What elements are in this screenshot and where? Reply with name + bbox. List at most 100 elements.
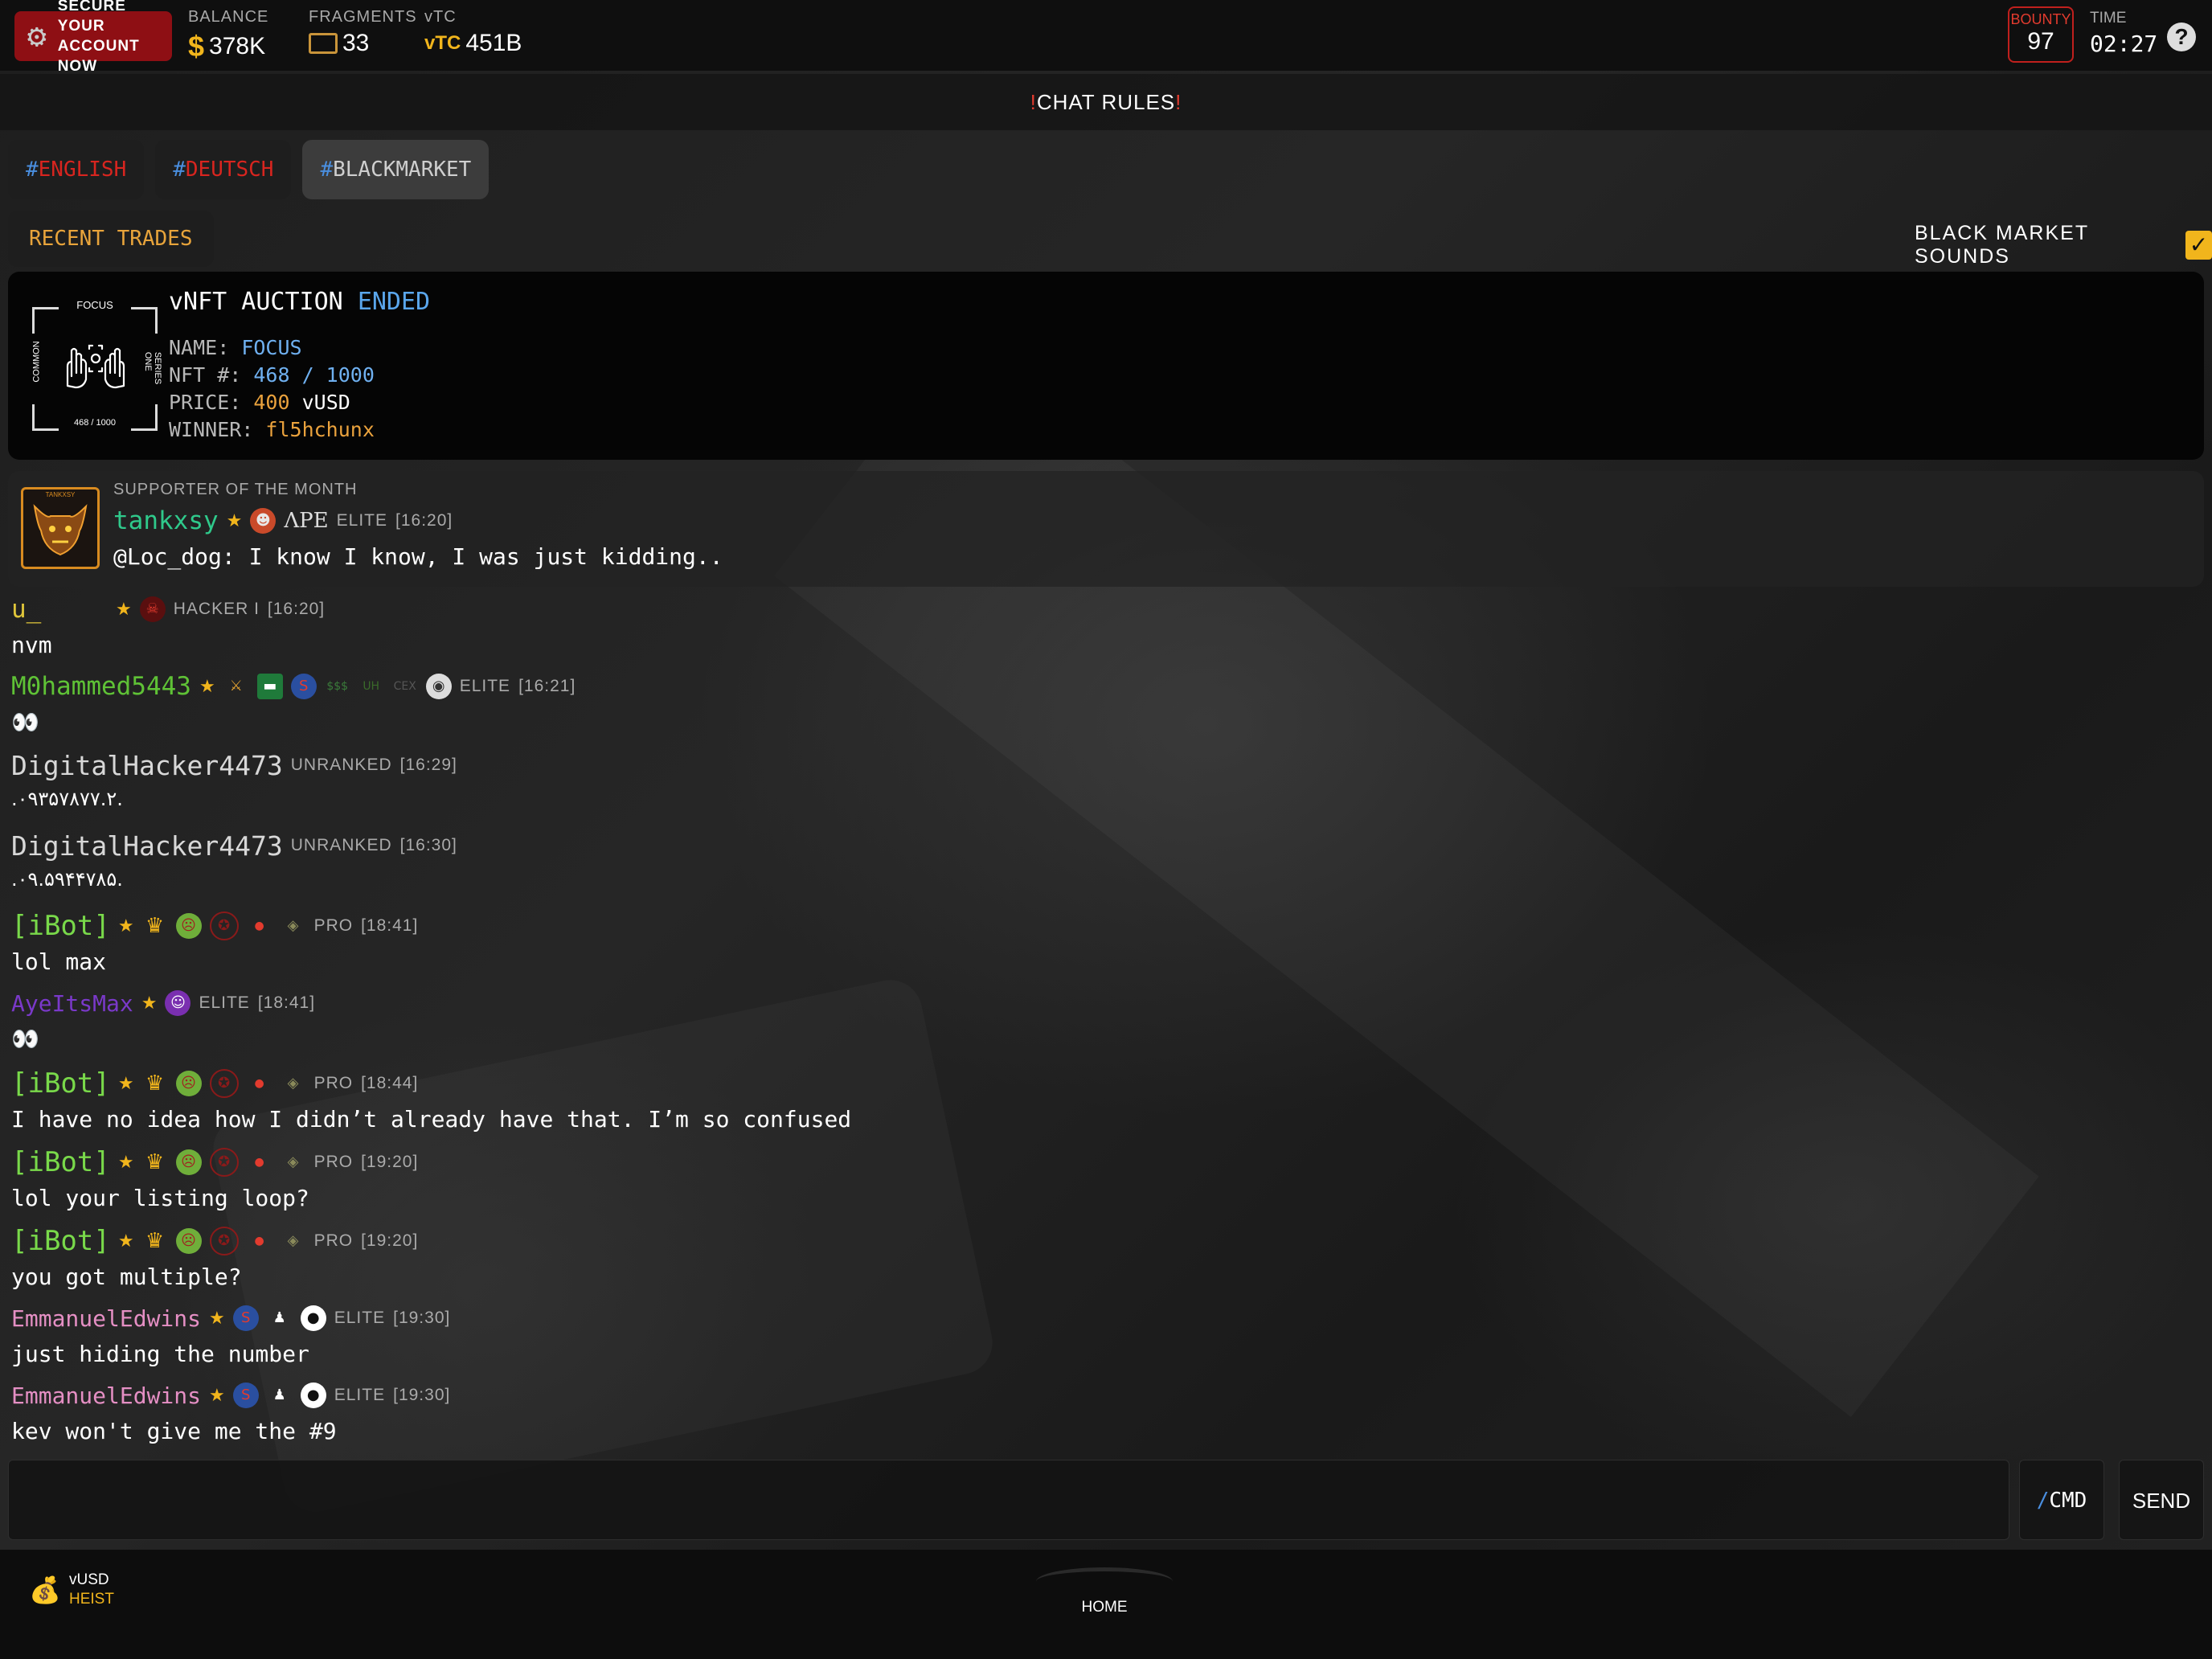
- cmd-button[interactable]: /CMD: [2019, 1460, 2104, 1540]
- message-text: nvm: [11, 632, 52, 658]
- avatar[interactable]: TANKXSY: [21, 487, 100, 569]
- message-text: you got multiple?: [11, 1264, 242, 1290]
- username[interactable]: DigitalHacker4473: [11, 830, 283, 862]
- timestamp: [16:30]: [399, 836, 457, 854]
- secure-line-1: SECURE YOUR: [57, 0, 126, 35]
- tab-deutsch[interactable]: #DEUTSCH: [155, 140, 292, 199]
- message-text: 👀: [11, 1026, 39, 1052]
- auction-price-row: PRICE: 400 vUSD: [169, 389, 375, 416]
- rank-badge: PRO: [313, 1231, 354, 1250]
- secure-account-button[interactable]: ⚙ SECURE YOUR ACCOUNT NOW: [14, 0, 172, 75]
- tab-hash: #: [26, 158, 39, 182]
- username[interactable]: tankxsy: [113, 506, 219, 535]
- winner-value[interactable]: fl5hchunx: [265, 418, 374, 441]
- red-eye-icon: ●: [254, 1235, 264, 1247]
- raccoon-icon: ◉: [425, 674, 452, 699]
- timestamp: [19:30]: [393, 1386, 451, 1404]
- auction-nft-row: NFT #: 468 / 1000: [169, 362, 375, 389]
- bounty-box[interactable]: BOUNTY 97: [2008, 6, 2074, 63]
- heist-line-1: vUSD: [69, 1571, 109, 1588]
- gear-icon: ⚙: [27, 18, 47, 55]
- eye-of-providence-icon: ◈: [287, 917, 299, 934]
- rank-badge: UNRANKED: [290, 756, 392, 774]
- recent-trades-button[interactable]: RECENT TRADES: [8, 211, 214, 267]
- pentagram-icon: ✪: [209, 911, 239, 940]
- username[interactable]: DigitalHacker4473: [11, 750, 283, 781]
- nft-number-label: NFT #:: [169, 363, 242, 387]
- channel-tabs: #ENGLISH #DEUTSCH #BLACKMARKET: [8, 140, 490, 199]
- balance-stat: BALANCE $378K: [188, 8, 268, 63]
- message-text: just hiding the number: [11, 1341, 309, 1367]
- exclamation-icon: !: [1030, 90, 1037, 114]
- checkmark-icon[interactable]: ✓: [2185, 231, 2212, 260]
- panda-suit-icon: ♟: [272, 1387, 286, 1403]
- message-text: @Loc_dog: I know I know, I was just kidd…: [113, 543, 723, 570]
- chat-message: u_ ★ ☠ HACKER I [16:20] nvm: [11, 593, 325, 658]
- username[interactable]: [iBot]: [11, 1225, 110, 1257]
- supporter-label: SUPPORTER OF THE MONTH: [113, 481, 358, 498]
- avatar-label: TANKXSY: [45, 491, 76, 498]
- chat-rules-link[interactable]: !CHAT RULES!: [1030, 90, 1182, 114]
- star-icon: ★: [209, 1385, 225, 1406]
- ape-tag: ΛPE: [284, 509, 329, 533]
- character-badge-icon: ☻: [250, 508, 276, 534]
- rank-badge: HACKER I: [173, 600, 260, 618]
- s-logo-icon: S: [290, 674, 317, 699]
- username[interactable]: u_: [11, 595, 108, 624]
- crown-icon: ♛: [145, 914, 165, 938]
- sounds-label: BLACK MARKET SOUNDS: [1915, 222, 2089, 268]
- chat-rules-label: CHAT RULES: [1036, 90, 1176, 114]
- timestamp: [18:44]: [361, 1074, 419, 1092]
- timestamp: [19:20]: [361, 1231, 419, 1250]
- rank-badge: PRO: [313, 1153, 354, 1171]
- send-button[interactable]: SEND: [2119, 1460, 2204, 1540]
- balance-label: BALANCE: [188, 8, 269, 26]
- chat-message: [iBot] ★ ♛ ☹ ✪ ● ◈ PRO [18:44] I have no…: [11, 1067, 851, 1133]
- fragments-label: FRAGMENTS: [309, 8, 417, 26]
- username[interactable]: AyeItsMax: [11, 990, 133, 1017]
- username[interactable]: [iBot]: [11, 1146, 110, 1178]
- username[interactable]: [iBot]: [11, 910, 110, 942]
- home-label: HOME: [1081, 1599, 1128, 1616]
- eye-of-providence-icon: ◈: [287, 1153, 299, 1170]
- tab-label: DEUTSCH: [185, 158, 274, 182]
- fragments-stat: FRAGMENTS 33: [309, 8, 417, 57]
- chat-message: [iBot] ★ ♛ ☹ ✪ ● ◈ PRO [18:41] lol max: [11, 910, 418, 975]
- tab-hash: #: [173, 158, 186, 182]
- vusd-heist-button[interactable]: 💰 vUSD HEIST: [29, 1571, 114, 1609]
- chat-input[interactable]: [8, 1460, 2009, 1540]
- star-icon: ★: [199, 676, 215, 697]
- hacker-skull-icon: ☠: [139, 596, 166, 622]
- star-icon: ★: [141, 993, 158, 1014]
- tab-blackmarket[interactable]: #BLACKMARKET: [302, 140, 490, 199]
- price-unit: vUSD: [301, 391, 350, 414]
- black-market-sounds-toggle[interactable]: BLACK MARKET SOUNDS ✓: [1915, 222, 2212, 268]
- help-icon[interactable]: ?: [2167, 23, 2196, 51]
- chat-message: EmmanuelEdwins ★ S ♟ ● ELITE [19:30] kev…: [11, 1379, 451, 1445]
- nft-card-rarity: COMMON: [31, 341, 42, 383]
- star-icon: ★: [117, 1231, 134, 1251]
- green-tag-icon: $$$: [326, 680, 349, 693]
- timestamp: [19:20]: [361, 1153, 419, 1171]
- panda-icon: ●: [300, 1382, 326, 1408]
- vtc-stat: vTC vTC 451B: [424, 8, 522, 57]
- username[interactable]: M0hammed5443: [11, 672, 191, 701]
- message-text: kev won't give me the #9: [11, 1418, 337, 1444]
- chat-message: AyeItsMax ★ ☺ ELITE [18:41] 👀: [11, 987, 316, 1053]
- chat-message: [iBot] ★ ♛ ☹ ✪ ● ◈ PRO [19:20] you got m…: [11, 1225, 418, 1290]
- nft-number-value: 468 / 1000: [253, 363, 375, 387]
- home-button[interactable]: HOME: [1032, 1567, 1177, 1616]
- message-text: lol your listing loop?: [11, 1185, 309, 1211]
- username[interactable]: [iBot]: [11, 1067, 110, 1100]
- palm-sword-icon: ⚔: [229, 678, 243, 694]
- star-icon: ★: [117, 916, 134, 936]
- panda-icon: ●: [300, 1305, 326, 1331]
- timestamp: [16:21]: [518, 677, 576, 695]
- name-value: FOCUS: [241, 336, 302, 359]
- tab-label: ENGLISH: [38, 158, 127, 182]
- timestamp: [18:41]: [257, 993, 316, 1012]
- tab-english[interactable]: #ENGLISH: [8, 140, 145, 199]
- username[interactable]: EmmanuelEdwins: [11, 1305, 201, 1332]
- demon-mask-icon: [33, 504, 88, 556]
- username[interactable]: EmmanuelEdwins: [11, 1382, 201, 1409]
